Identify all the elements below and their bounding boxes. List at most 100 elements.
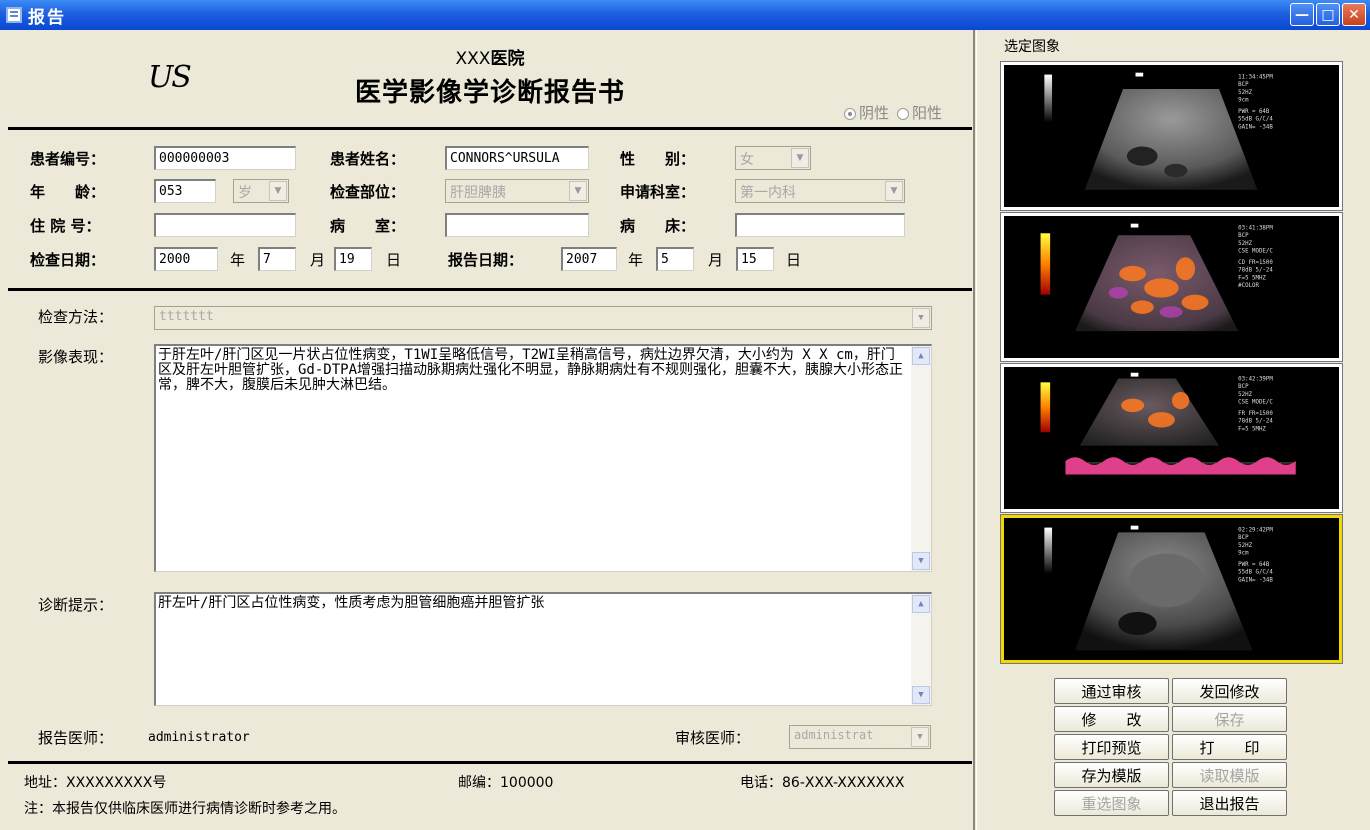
report-year-field[interactable]: 2007 [561, 247, 617, 271]
reviewer-value: administrat [794, 728, 874, 742]
svg-text:BCP: BCP [1238, 82, 1249, 88]
load-template-button[interactable]: 读取模版 [1172, 762, 1287, 788]
edit-button[interactable]: 修 改 [1054, 706, 1169, 732]
svg-text:52HZ: 52HZ [1238, 392, 1252, 398]
radio-negative-label: 阴性 [858, 104, 889, 122]
age-field[interactable]: 053 [154, 179, 216, 203]
report-year-unit: 年 [628, 251, 644, 269]
svg-text:BCP: BCP [1238, 233, 1249, 239]
report-date-label: 报告日期： [448, 251, 524, 269]
svg-text:78dB 5/-24: 78dB 5/-24 [1238, 268, 1273, 274]
exam-date-label: 检查日期： [30, 251, 106, 269]
exam-year-unit: 年 [230, 251, 246, 269]
print-preview-button[interactable]: 打印预览 [1054, 734, 1169, 760]
svg-text:52HZ: 52HZ [1238, 90, 1252, 96]
diagnosis-textarea[interactable]: 肝左叶/肝门区占位性病变，性质考虑为胆管细胞癌并胆管扩张 ▲ ▼ [154, 592, 932, 706]
window-app-icon [6, 7, 22, 23]
save-template-button[interactable]: 存为模版 [1054, 762, 1169, 788]
radio-positive[interactable]: 阳性 [896, 102, 942, 123]
selected-images-title: 选定图象 [1004, 39, 1060, 55]
svg-text:11:34:45PM: 11:34:45PM [1238, 74, 1273, 80]
chevron-down-icon: ▼ [569, 181, 587, 201]
patient-name-label: 患者姓名： [330, 150, 406, 168]
age-unit-select[interactable]: 岁 ▼ [233, 179, 289, 203]
findings-label: 影像表现： [38, 348, 114, 366]
ultrasound-thumb-1[interactable]: 11:34:45PM BCP 52HZ 9cm PWR = 64B 55dB G/C/4… [1000, 61, 1343, 211]
findings-scrollbar[interactable]: ▲ ▼ [911, 346, 931, 571]
ultrasound-thumb-3[interactable]: 03:42:39PM BCP 52HZ CSE MODE/C FR FR=1500 78… [1000, 363, 1343, 513]
exit-report-button[interactable]: 退出报告 [1172, 790, 1287, 816]
patient-id-label: 患者编号： [30, 150, 106, 168]
return-for-edit-button[interactable]: 发回修改 [1172, 678, 1287, 704]
footer-note: 注：本报告仅供临床医师进行病情诊断时参考之用。 [24, 801, 346, 817]
exam-part-label: 检查部位： [330, 183, 406, 201]
reselect-images-button[interactable]: 重选图象 [1054, 790, 1169, 816]
title-bar: 报告 — □ ✕ [0, 0, 1370, 30]
exam-part-select[interactable]: 肝胆脾胰 ▼ [445, 179, 589, 203]
svg-text:03:42:39PM: 03:42:39PM [1238, 376, 1273, 382]
print-button[interactable]: 打 印 [1172, 734, 1287, 760]
scroll-down-icon[interactable]: ▼ [912, 552, 930, 570]
report-panel: US XXX医院 医学影像学诊断报告书 阴性 阳性 患者编号： 00000000… [8, 32, 972, 828]
method-select[interactable]: ttttttt ▼ [154, 306, 932, 330]
header-divider [8, 127, 972, 130]
svg-text:52HZ: 52HZ [1238, 241, 1252, 247]
inpatient-label: 住 院 号： [30, 217, 101, 235]
ward-field[interactable] [445, 213, 589, 237]
section-divider [8, 288, 972, 291]
scroll-down-icon[interactable]: ▼ [912, 686, 930, 704]
report-month-unit: 月 [708, 251, 724, 269]
patient-name-field[interactable]: CONNORS^URSULA [445, 146, 589, 170]
ultrasound-image-icon: 11:34:45PM BCP 52HZ9cm PWR = 64B 55dB G/C/4… [1007, 65, 1336, 207]
close-button[interactable]: ✕ [1342, 3, 1366, 26]
dept-value: 第一内科 [740, 185, 796, 201]
svg-text:9cm: 9cm [1238, 97, 1249, 103]
radio-negative[interactable]: 阴性 [843, 102, 889, 123]
approve-button[interactable]: 通过审核 [1054, 678, 1169, 704]
ultrasound-thumb-2[interactable]: 03:41:38PM BCP 52HZ CSE MODE/C CD FR=1500 78… [1000, 212, 1343, 362]
svg-text:9cm: 9cm [1238, 550, 1249, 556]
footer-divider [8, 761, 972, 764]
svg-text:PWR = 64B: PWR = 64B [1238, 109, 1270, 115]
minimize-button[interactable]: — [1290, 3, 1314, 26]
window-controls: — □ ✕ [1290, 3, 1366, 26]
save-button[interactable]: 保存 [1172, 706, 1287, 732]
maximize-button[interactable]: □ [1316, 3, 1340, 26]
exam-day-field[interactable]: 19 [334, 247, 372, 271]
reviewer-select[interactable]: administrat ▼ [789, 725, 931, 749]
svg-text:CSE MODE/C: CSE MODE/C [1238, 399, 1273, 405]
report-month-field[interactable]: 5 [656, 247, 694, 271]
report-day-field[interactable]: 15 [736, 247, 774, 271]
svg-text:BCP: BCP [1238, 384, 1249, 390]
scroll-up-icon[interactable]: ▲ [912, 347, 930, 365]
ward-label: 病 室： [330, 217, 406, 235]
scroll-up-icon[interactable]: ▲ [912, 595, 930, 613]
svg-text:CD FR=1500: CD FR=1500 [1238, 260, 1273, 266]
svg-text:PWR = 64B: PWR = 64B [1238, 562, 1270, 568]
footer-address: 地址：XXXXXXXXX号 [24, 775, 167, 791]
chevron-down-icon: ▼ [791, 148, 809, 168]
reporter-label: 报告医师： [38, 729, 114, 747]
svg-text:55dB G/C/4: 55dB G/C/4 [1238, 117, 1273, 123]
ultrasound-thumb-4[interactable]: 02:29:42PM BCP 52HZ 9cm PWR = 64B 55dB G/C/4… [1000, 514, 1343, 664]
exam-year-field[interactable]: 2000 [154, 247, 218, 271]
sex-value: 女 [740, 152, 754, 168]
dept-select[interactable]: 第一内科 ▼ [735, 179, 905, 203]
sex-label: 性 别： [620, 150, 696, 168]
age-label: 年 龄： [30, 183, 106, 201]
diagnosis-text: 肝左叶/肝门区占位性病变，性质考虑为胆管细胞癌并胆管扩张 [158, 595, 545, 611]
sex-select[interactable]: 女 ▼ [735, 146, 811, 170]
svg-text:FR FR=1500: FR FR=1500 [1238, 411, 1273, 417]
chevron-down-icon: ▼ [911, 727, 929, 747]
patient-id-field[interactable]: 000000003 [154, 146, 296, 170]
reporter-value: administrator [148, 730, 250, 745]
exam-month-field[interactable]: 7 [258, 247, 296, 271]
dept-label: 申请科室： [620, 183, 696, 201]
inpatient-field[interactable] [154, 213, 296, 237]
findings-textarea[interactable]: 于肝左叶/肝门区见一片状占位性病变，T1WI呈略低信号，T2WI呈稍高信号，病灶… [154, 344, 932, 572]
hospital-prefix: XXX [455, 49, 491, 69]
bed-field[interactable] [735, 213, 905, 237]
svg-text:52HZ: 52HZ [1238, 543, 1252, 549]
reviewer-label: 审核医师： [675, 729, 751, 747]
diagnosis-scrollbar[interactable]: ▲ ▼ [911, 594, 931, 705]
